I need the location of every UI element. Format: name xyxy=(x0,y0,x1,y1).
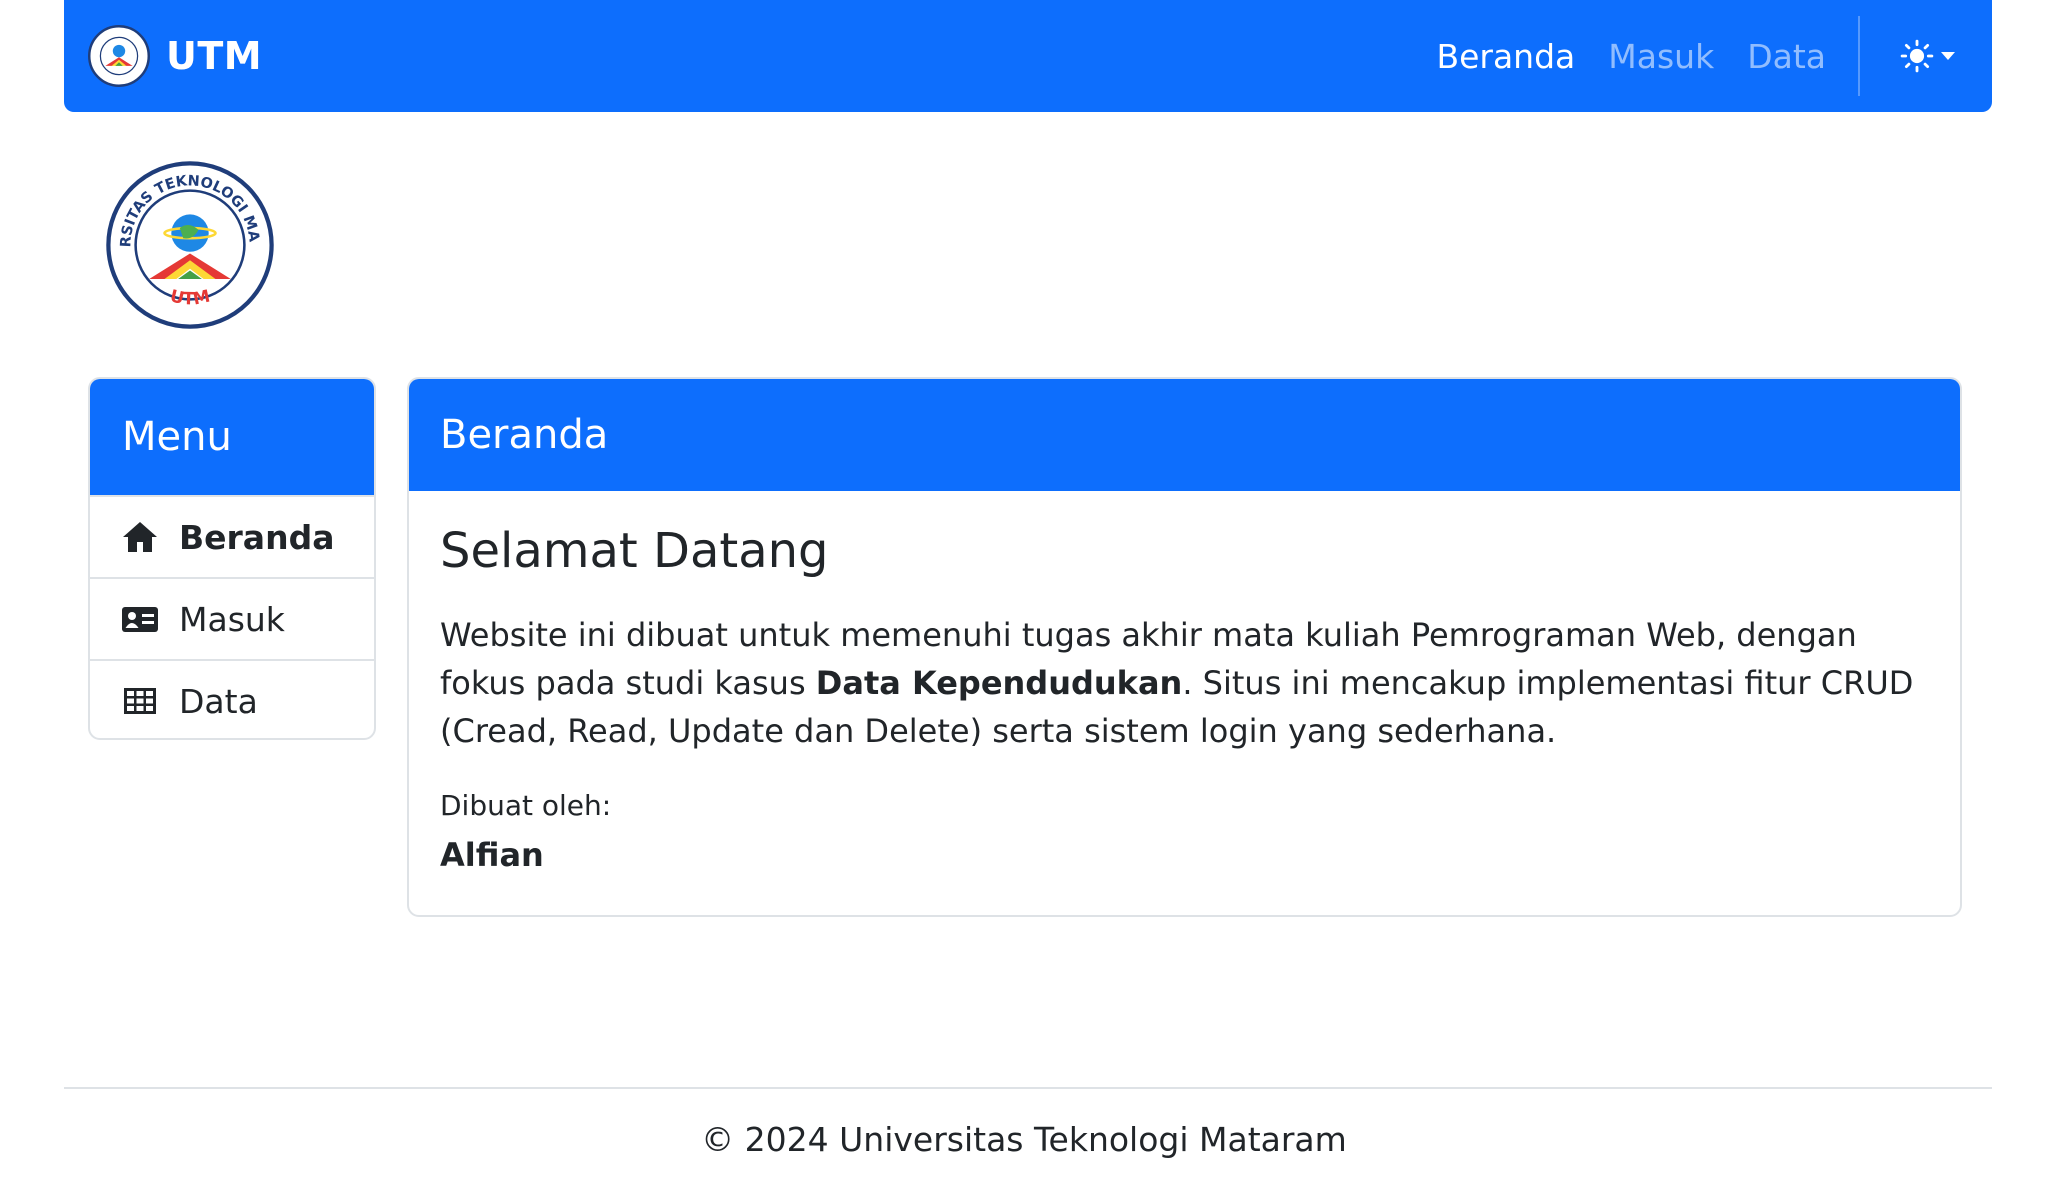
svg-text:UTM: UTM xyxy=(168,286,212,309)
sidebar-item-label: Data xyxy=(179,681,258,721)
main-card-body: Selamat Datang Website ini dibuat untuk … xyxy=(409,491,1960,874)
theme-toggle-button[interactable] xyxy=(1890,33,1966,79)
sidebar-item-label: Masuk xyxy=(179,599,285,639)
main-card: Beranda Selamat Datang Website ini dibua… xyxy=(407,377,1962,917)
chevron-down-icon xyxy=(1941,52,1955,60)
nav-link-data[interactable]: Data xyxy=(1747,37,1826,76)
brand-name: UTM xyxy=(166,34,263,78)
footer-copyright: © 2024 Universitas Teknologi Mataram xyxy=(701,1120,1347,1159)
nav-links: Beranda Masuk Data xyxy=(1403,0,1966,112)
credit-label: Dibuat oleh: xyxy=(440,788,612,822)
id-card-icon xyxy=(122,607,158,632)
sidebar-item-masuk[interactable]: Masuk xyxy=(90,577,374,659)
table-icon xyxy=(124,688,156,714)
nav-link-masuk[interactable]: Masuk xyxy=(1608,37,1714,76)
page-title: Selamat Datang xyxy=(440,523,829,579)
nav-divider xyxy=(1858,16,1860,96)
footer-divider xyxy=(64,1087,1992,1089)
sidebar-title: Menu xyxy=(90,379,374,495)
credit-name: Alfian xyxy=(440,835,544,874)
home-icon xyxy=(123,522,157,552)
description-highlight: Data Kependudukan xyxy=(815,663,1183,702)
sidebar-item-beranda[interactable]: Beranda xyxy=(90,495,374,577)
sun-icon xyxy=(1900,39,1934,73)
sidebar-menu: Menu Beranda Masuk Data xyxy=(88,377,376,740)
main-card-header: Beranda xyxy=(409,379,1960,491)
nav-link-beranda[interactable]: Beranda xyxy=(1436,37,1575,76)
logo-bottom-text: UTM xyxy=(168,286,212,309)
navbar: UTM Beranda Masuk Data xyxy=(64,0,1992,112)
sidebar-item-data[interactable]: Data xyxy=(90,659,374,738)
sidebar-item-label: Beranda xyxy=(179,517,335,557)
description-text: Website ini dibuat untuk memenuhi tugas … xyxy=(440,611,1920,755)
utm-logo-icon xyxy=(88,25,150,87)
university-logo: UNIVERSITAS TEKNOLOGI MATARAM UTM xyxy=(105,160,274,329)
navbar-brand[interactable]: UTM xyxy=(88,25,262,87)
